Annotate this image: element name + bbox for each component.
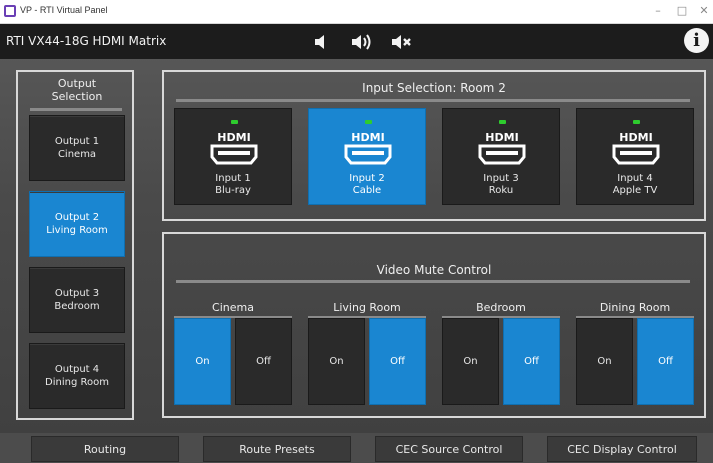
hdmi-icon: HDMI: [344, 131, 392, 165]
input-2-button[interactable]: HDMI Input 2 Cable: [308, 108, 426, 205]
cinema-on-button[interactable]: On: [174, 318, 231, 405]
input-3-label: Input 3 Roku: [443, 173, 559, 197]
input-2-line2: Cable: [352, 185, 382, 196]
input-3-button[interactable]: HDMI Input 3 Roku: [442, 108, 560, 205]
window-title: VP - RTI Virtual Panel: [20, 5, 108, 15]
output-4-line2: Dining Room: [45, 377, 109, 388]
output-4-button[interactable]: Output 4 Dining Room: [29, 343, 125, 409]
output-2-button[interactable]: Output 2 Living Room: [29, 191, 125, 257]
living-room-on-button[interactable]: On: [308, 318, 365, 405]
living-room-off-button[interactable]: Off: [369, 318, 426, 405]
output-2-line1: Output 2: [54, 212, 100, 223]
zone-cinema-label: Cinema: [212, 301, 254, 314]
hdmi-icon: HDMI: [210, 131, 258, 165]
input-2-line1: Input 2: [349, 173, 385, 184]
input-2-led: [365, 120, 372, 124]
hdmi-logo-text: HDMI: [619, 131, 652, 144]
zone-bedroom-label: Bedroom: [476, 301, 526, 314]
tab-routing[interactable]: Routing: [31, 436, 179, 462]
hdmi-icon: HDMI: [478, 131, 526, 165]
input-1-button[interactable]: HDMI Input 1 Blu-ray: [174, 108, 292, 205]
mute-icon[interactable]: [389, 30, 415, 54]
hdmi-logo-text: HDMI: [217, 131, 250, 144]
input-4-button[interactable]: HDMI Input 4 Apple TV: [576, 108, 694, 205]
input-1-led: [231, 120, 238, 124]
volume-down-icon[interactable]: [309, 30, 335, 54]
tab-route-presets[interactable]: Route Presets: [203, 436, 351, 462]
info-icon[interactable]: i: [684, 28, 709, 53]
app-icon: [4, 5, 16, 17]
input-1-label: Input 1 Blu-ray: [175, 173, 291, 197]
output-1-button[interactable]: Output 1 Cinema: [29, 115, 125, 181]
close-button[interactable]: ✕: [690, 2, 713, 20]
output-3-line2: Bedroom: [54, 301, 100, 312]
input-4-label: Input 4 Apple TV: [577, 173, 693, 197]
output-title-line2: Selection: [51, 90, 103, 103]
input-3-line2: Roku: [488, 185, 514, 196]
window-titlebar: VP - RTI Virtual Panel – □ ✕: [0, 0, 713, 24]
video-mute-title: Video Mute Control: [376, 263, 492, 277]
bedroom-on-button[interactable]: On: [442, 318, 499, 405]
hdmi-logo-text: HDMI: [351, 131, 384, 144]
output-title-line1: Output: [57, 77, 97, 90]
input-3-line1: Input 3: [483, 173, 519, 184]
output-title-divider: [30, 108, 122, 111]
output-2-line2: Living Room: [46, 225, 108, 236]
output-selection-title: Output Selection: [22, 77, 132, 103]
output-4-line1: Output 4: [54, 364, 100, 375]
app-title: RTI VX44-18G HDMI Matrix: [6, 34, 167, 48]
input-1-line2: Blu-ray: [215, 185, 251, 196]
dining-room-off-button[interactable]: Off: [637, 318, 694, 405]
cinema-off-button[interactable]: Off: [235, 318, 292, 405]
output-1-line2: Cinema: [57, 149, 97, 160]
virtual-panel: RTI VX44-18G HDMI Matrix i Output Select…: [0, 24, 713, 463]
zone-dining-room-label: Dining Room: [599, 301, 671, 314]
video-mute-divider: [176, 280, 690, 283]
input-title-divider: [176, 99, 690, 102]
input-2-label: Input 2 Cable: [309, 173, 425, 197]
input-4-led: [633, 120, 640, 124]
zone-living-room-label: Living Room: [333, 301, 401, 314]
input-selection-title: Input Selection: Room 2: [362, 81, 506, 95]
hdmi-icon: HDMI: [612, 131, 660, 165]
tab-cec-display-control[interactable]: CEC Display Control: [547, 436, 697, 462]
output-3-line1: Output 3: [54, 288, 100, 299]
output-3-button[interactable]: Output 3 Bedroom: [29, 267, 125, 333]
input-4-line1: Input 4: [617, 173, 653, 184]
input-3-led: [499, 120, 506, 124]
volume-up-icon[interactable]: [349, 30, 375, 54]
output-1-line1: Output 1: [54, 136, 100, 147]
input-4-line2: Apple TV: [612, 185, 658, 196]
input-1-line1: Input 1: [215, 173, 251, 184]
hdmi-logo-text: HDMI: [485, 131, 518, 144]
tab-cec-source-control[interactable]: CEC Source Control: [375, 436, 523, 462]
bedroom-off-button[interactable]: Off: [503, 318, 560, 405]
header-bar: RTI VX44-18G HDMI Matrix i: [0, 24, 713, 59]
dining-room-on-button[interactable]: On: [576, 318, 633, 405]
